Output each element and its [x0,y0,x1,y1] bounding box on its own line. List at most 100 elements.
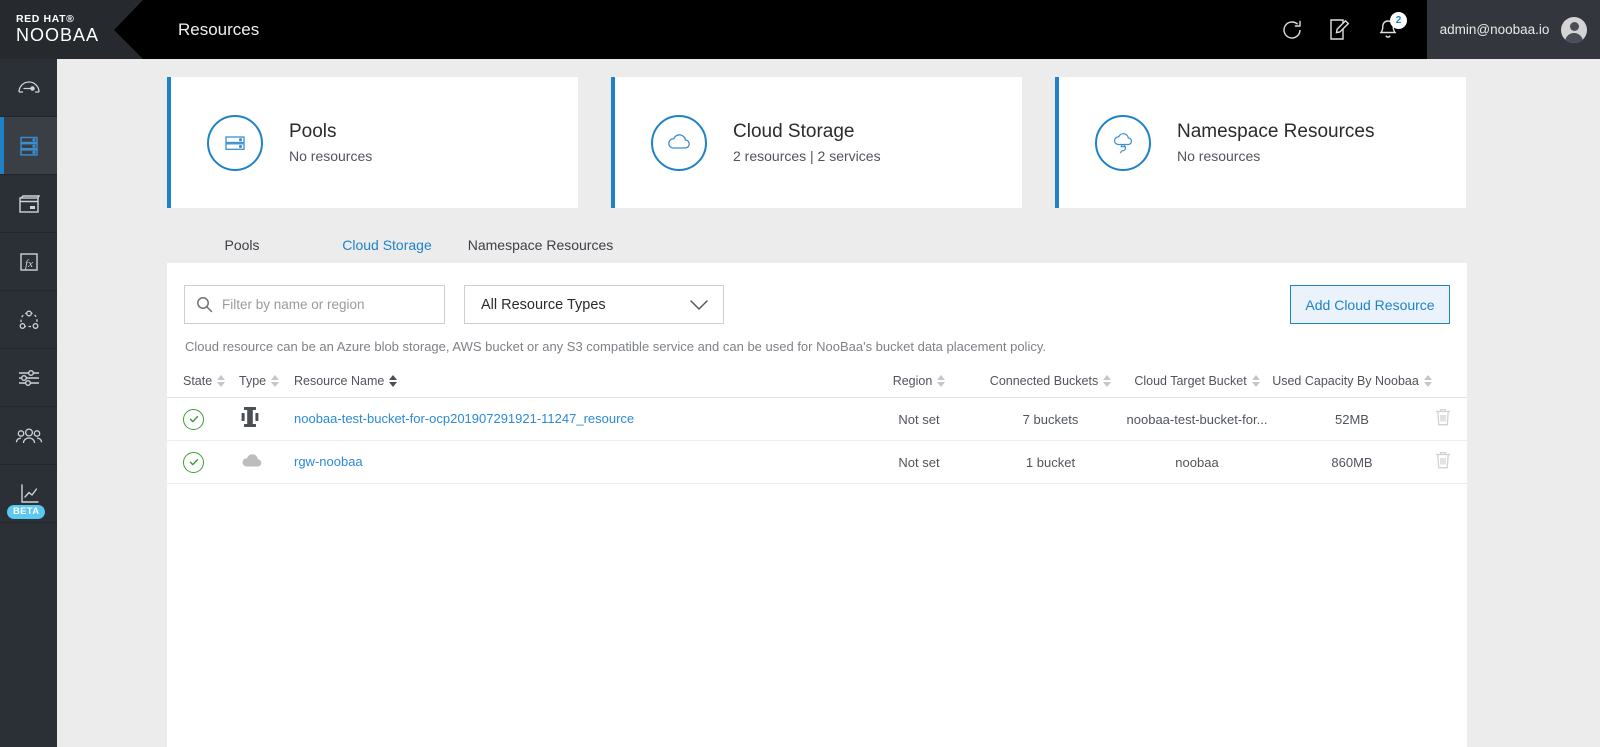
resource-type-filter-value: All Resource Types [481,296,606,313]
cell-region: Not set [898,454,940,470]
resource-tabs: Pools Cloud Storage Namespace Resources [167,231,624,265]
summary-card-namespace-resources[interactable]: Namespace Resources No resources [1055,77,1466,208]
sidebar-item-functions[interactable]: fx [0,233,57,291]
cell-connected-buckets: 1 bucket [1025,454,1076,470]
search-box[interactable] [184,285,445,324]
column-label: Connected Buckets [989,373,1099,388]
status-healthy-check-icon [183,451,204,473]
cloud-plug-icon [1095,114,1151,171]
sidebar-item-buckets[interactable] [0,175,57,233]
top-bar: RED HAT® NOOBAA Resources 2 admin@noobaa… [0,0,1600,59]
resource-name-link[interactable]: rgw-noobaa [294,454,363,469]
sidebar-item-accounts[interactable] [0,407,57,465]
cell-type [239,405,294,434]
card-subtitle: No resources [1177,147,1261,164]
card-title: Namespace Resources [1177,120,1375,142]
topbar-actions: 2 [1279,0,1427,59]
cell-used-capacity: 860MB [1331,454,1373,470]
table-header-row: State Type Resource Name Region Connecte… [167,364,1467,398]
brand-redhat-text: RED HAT® [16,13,75,25]
sidebar-item-resources[interactable] [0,117,57,175]
sidebar-item-overview[interactable] [0,59,57,117]
sort-arrows-icon [271,374,280,387]
cloud-resources-table: State Type Resource Name Region Connecte… [167,364,1467,484]
sort-arrows-icon [217,374,226,387]
brand-logo[interactable]: RED HAT® NOOBAA [0,0,143,59]
s3-compatible-icon [239,405,261,434]
card-title: Pools [289,120,337,142]
sidebar-item-analytics[interactable]: BETA [0,465,57,523]
table-row[interactable]: noobaa-test-bucket-for-ocp201907291921-1… [167,398,1467,441]
column-label: Type [239,373,267,388]
sidebar-nav: fx BETA [0,59,57,747]
user-avatar-icon [1561,16,1588,43]
panel-description: Cloud resource can be an Azure blob stor… [185,339,1046,354]
cell-actions [1432,449,1453,476]
notification-count-badge: 2 [1390,11,1407,29]
cell-state [183,408,239,430]
column-label: Resource Name [294,373,385,388]
svg-text:fx: fx [25,258,33,270]
page-title: Resources [178,19,260,39]
sort-arrows-icon [1251,374,1260,387]
search-icon [197,297,213,313]
brand-noobaa-text: NOOBAA [16,25,100,45]
sidebar-item-settings[interactable] [0,349,57,407]
sort-arrows-icon [1103,374,1112,387]
account-name-label: admin@noobaa.io [1439,22,1550,37]
panel-toolbar: All Resource Types Add Cloud Resource Cl… [167,263,1467,354]
column-header-resource-name[interactable]: Resource Name [294,374,859,388]
cloud-storage-panel: All Resource Types Add Cloud Resource Cl… [167,263,1467,747]
resource-summary-cards: Pools No resources Cloud Storage 2 resou… [167,77,1466,208]
column-header-state[interactable]: State [183,374,239,388]
summary-card-cloud-storage[interactable]: Cloud Storage 2 resources | 2 services [611,77,1022,208]
column-header-type[interactable]: Type [239,374,294,388]
sidebar-item-namespace[interactable] [0,291,57,349]
card-title: Cloud Storage [733,120,855,142]
edit-note-icon[interactable] [1327,17,1353,43]
cell-actions [1432,406,1453,433]
cell-state [183,451,239,473]
search-input[interactable] [222,297,422,312]
summary-card-pools[interactable]: Pools No resources [167,77,578,208]
column-header-used-capacity[interactable]: Used Capacity By Noobaa [1272,374,1432,388]
column-label: State [183,373,213,388]
sort-arrows-icon [1423,374,1432,387]
status-healthy-check-icon [183,408,204,430]
cloud-icon [651,114,707,171]
cell-connected-buckets: 7 buckets [1022,411,1079,427]
cell-region: Not set [898,411,940,427]
cell-used-capacity: 52MB [1335,411,1369,427]
card-subtitle: No resources [289,147,373,164]
account-menu[interactable]: admin@noobaa.io [1427,0,1600,59]
resource-type-filter[interactable]: All Resource Types [464,285,724,324]
cell-cloud-target-bucket: noobaa [1175,454,1219,470]
column-label: Region [892,373,933,388]
column-header-cloud-target-bucket[interactable]: Cloud Target Bucket [1122,374,1272,388]
cloud-filled-icon [239,450,265,475]
main-content: Pools No resources Cloud Storage 2 resou… [57,59,1600,747]
resource-name-link[interactable]: noobaa-test-bucket-for-ocp201907291921-1… [294,411,634,426]
column-header-connected-buckets[interactable]: Connected Buckets [979,374,1122,388]
column-label: Used Capacity By Noobaa [1272,373,1419,388]
chevron-down-icon [690,299,708,310]
sort-arrows-icon [937,374,946,387]
tab-namespace-resources[interactable]: Namespace Resources [457,231,624,265]
column-label: Cloud Target Bucket [1134,373,1247,388]
tab-cloud-storage[interactable]: Cloud Storage [317,231,457,265]
cell-cloud-target-bucket: noobaa-test-bucket-for... [1126,411,1268,427]
cell-resource-name: rgw-noobaa [294,453,859,471]
analytics-beta-badge: BETA [7,505,46,519]
trash-icon[interactable] [1433,406,1453,433]
cell-type [239,450,294,475]
tab-pools[interactable]: Pools [167,231,317,265]
card-subtitle: 2 resources | 2 services [733,147,881,164]
column-header-region[interactable]: Region [859,374,979,388]
table-row[interactable]: rgw-noobaa Not set 1 bucket noobaa 860MB [167,441,1467,484]
notifications-bell-icon[interactable]: 2 [1375,11,1407,43]
add-cloud-resource-button[interactable]: Add Cloud Resource [1290,285,1450,324]
refresh-icon[interactable] [1279,17,1305,43]
sort-arrows-icon [389,374,398,387]
trash-icon[interactable] [1433,449,1453,476]
